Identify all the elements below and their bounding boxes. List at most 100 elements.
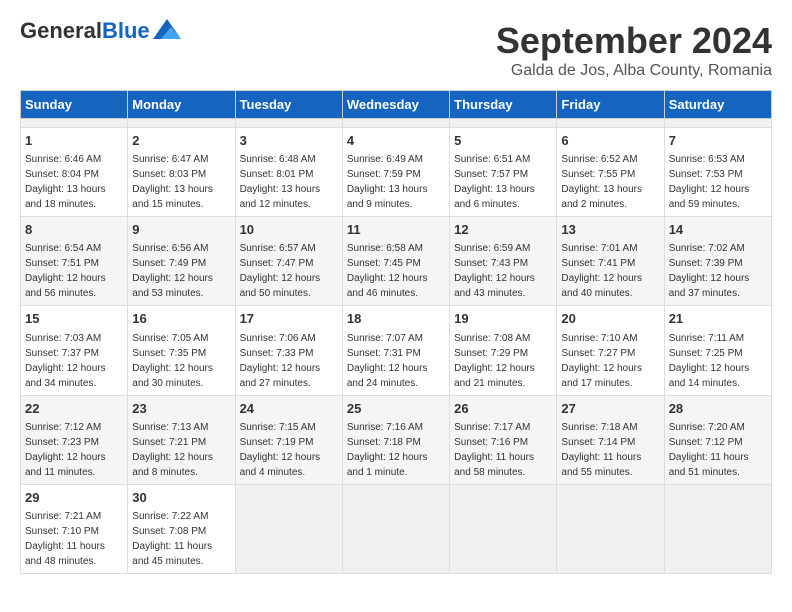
day-number: 21: [669, 310, 767, 328]
day-info: Sunrise: 6:51 AMSunset: 7:57 PMDaylight:…: [454, 152, 552, 212]
day-info: Sunrise: 7:21 AMSunset: 7:10 PMDaylight:…: [25, 509, 123, 569]
calendar-cell: [557, 119, 664, 128]
day-info: Sunrise: 7:06 AMSunset: 7:33 PMDaylight:…: [240, 331, 338, 391]
calendar-cell: [342, 484, 449, 573]
day-info: Sunrise: 7:18 AMSunset: 7:14 PMDaylight:…: [561, 420, 659, 480]
calendar-cell: [450, 484, 557, 573]
day-number: 10: [240, 221, 338, 239]
calendar-cell: 26 Sunrise: 7:17 AMSunset: 7:16 PMDayligh…: [450, 395, 557, 484]
logo-blue: Blue: [102, 18, 150, 43]
day-info: Sunrise: 7:11 AMSunset: 7:25 PMDaylight:…: [669, 331, 767, 391]
calendar-week-row: 8 Sunrise: 6:54 AMSunset: 7:51 PMDaylight…: [21, 217, 772, 306]
day-number: 26: [454, 400, 552, 418]
calendar-cell: 3 Sunrise: 6:48 AMSunset: 8:01 PMDaylight…: [235, 128, 342, 217]
day-info: Sunrise: 7:10 AMSunset: 7:27 PMDaylight:…: [561, 331, 659, 391]
calendar-cell: 19 Sunrise: 7:08 AMSunset: 7:29 PMDayligh…: [450, 306, 557, 395]
day-number: 22: [25, 400, 123, 418]
day-number: 1: [25, 132, 123, 150]
calendar-cell: 9Sunrise: 6:56 AMSunset: 7:49 PMDaylight…: [128, 217, 235, 306]
day-info: Sunrise: 7:13 AMSunset: 7:21 PMDaylight:…: [132, 420, 230, 480]
day-number: 27: [561, 400, 659, 418]
title-section: September 2024 Galda de Jos, Alba County…: [496, 20, 772, 80]
col-monday: Monday: [128, 91, 235, 119]
calendar-cell: [664, 119, 771, 128]
day-info: Sunrise: 7:22 AMSunset: 7:08 PMDaylight:…: [132, 509, 230, 569]
calendar-cell: 16Sunrise: 7:05 AMSunset: 7:35 PMDayligh…: [128, 306, 235, 395]
calendar-cell: 25 Sunrise: 7:16 AMSunset: 7:18 PMDayligh…: [342, 395, 449, 484]
day-number: 9: [132, 221, 230, 239]
day-number: 17: [240, 310, 338, 328]
day-info: Sunrise: 7:01 AMSunset: 7:41 PMDaylight:…: [561, 241, 659, 301]
logo-general: General: [20, 18, 102, 43]
day-number: 7: [669, 132, 767, 150]
day-info: Sunrise: 6:54 AMSunset: 7:51 PMDaylight:…: [25, 241, 123, 301]
calendar-cell: 27 Sunrise: 7:18 AMSunset: 7:14 PMDayligh…: [557, 395, 664, 484]
calendar-cell: [235, 484, 342, 573]
day-number: 13: [561, 221, 659, 239]
day-number: 2: [132, 132, 230, 150]
day-number: 11: [347, 221, 445, 239]
day-info: Sunrise: 7:17 AMSunset: 7:16 PMDaylight:…: [454, 420, 552, 480]
day-info: Sunrise: 6:58 AMSunset: 7:45 PMDaylight:…: [347, 241, 445, 301]
day-info: Sunrise: 7:02 AMSunset: 7:39 PMDaylight:…: [669, 241, 767, 301]
calendar-cell: 20 Sunrise: 7:10 AMSunset: 7:27 PMDayligh…: [557, 306, 664, 395]
day-info: Sunrise: 6:49 AMSunset: 7:59 PMDaylight:…: [347, 152, 445, 212]
calendar-week-row: 15Sunrise: 7:03 AMSunset: 7:37 PMDayligh…: [21, 306, 772, 395]
calendar-cell: 29Sunrise: 7:21 AMSunset: 7:10 PMDayligh…: [21, 484, 128, 573]
day-info: Sunrise: 7:05 AMSunset: 7:35 PMDaylight:…: [132, 331, 230, 391]
col-saturday: Saturday: [664, 91, 771, 119]
day-info: Sunrise: 7:08 AMSunset: 7:29 PMDaylight:…: [454, 331, 552, 391]
calendar-cell: 10 Sunrise: 6:57 AMSunset: 7:47 PMDayligh…: [235, 217, 342, 306]
day-number: 24: [240, 400, 338, 418]
day-info: Sunrise: 6:59 AMSunset: 7:43 PMDaylight:…: [454, 241, 552, 301]
calendar-cell: [450, 119, 557, 128]
day-number: 14: [669, 221, 767, 239]
day-number: 28: [669, 400, 767, 418]
calendar-cell: [128, 119, 235, 128]
col-thursday: Thursday: [450, 91, 557, 119]
calendar-cell: 13 Sunrise: 7:01 AMSunset: 7:41 PMDayligh…: [557, 217, 664, 306]
calendar-cell: 14 Sunrise: 7:02 AMSunset: 7:39 PMDayligh…: [664, 217, 771, 306]
day-info: Sunrise: 7:20 AMSunset: 7:12 PMDaylight:…: [669, 420, 767, 480]
day-number: 19: [454, 310, 552, 328]
day-number: 3: [240, 132, 338, 150]
logo-icon: [153, 19, 181, 39]
calendar-cell: [21, 119, 128, 128]
day-info: Sunrise: 7:12 AMSunset: 7:23 PMDaylight:…: [25, 420, 123, 480]
calendar-cell: 22 Sunrise: 7:12 AMSunset: 7:23 PMDayligh…: [21, 395, 128, 484]
day-number: 20: [561, 310, 659, 328]
day-number: 4: [347, 132, 445, 150]
calendar-week-row: 22 Sunrise: 7:12 AMSunset: 7:23 PMDayligh…: [21, 395, 772, 484]
calendar-cell: 4 Sunrise: 6:49 AMSunset: 7:59 PMDaylight…: [342, 128, 449, 217]
calendar-cell: 1Sunrise: 6:46 AMSunset: 8:04 PMDaylight…: [21, 128, 128, 217]
calendar-table: Sunday Monday Tuesday Wednesday Thursday…: [20, 90, 772, 574]
day-number: 30: [132, 489, 230, 507]
calendar-week-row: [21, 119, 772, 128]
calendar-cell: [342, 119, 449, 128]
calendar-cell: 23Sunrise: 7:13 AMSunset: 7:21 PMDayligh…: [128, 395, 235, 484]
day-info: Sunrise: 6:57 AMSunset: 7:47 PMDaylight:…: [240, 241, 338, 301]
logo: GeneralBlue: [20, 20, 181, 42]
calendar-cell: 21 Sunrise: 7:11 AMSunset: 7:25 PMDayligh…: [664, 306, 771, 395]
calendar-cell: 2Sunrise: 6:47 AMSunset: 8:03 PMDaylight…: [128, 128, 235, 217]
day-number: 8: [25, 221, 123, 239]
location: Galda de Jos, Alba County, Romania: [496, 62, 772, 80]
calendar-cell: 17 Sunrise: 7:06 AMSunset: 7:33 PMDayligh…: [235, 306, 342, 395]
calendar-cell: 11 Sunrise: 6:58 AMSunset: 7:45 PMDayligh…: [342, 217, 449, 306]
day-number: 25: [347, 400, 445, 418]
calendar-week-row: 1Sunrise: 6:46 AMSunset: 8:04 PMDaylight…: [21, 128, 772, 217]
day-info: Sunrise: 7:16 AMSunset: 7:18 PMDaylight:…: [347, 420, 445, 480]
calendar-cell: 7Sunrise: 6:53 AMSunset: 7:53 PMDaylight…: [664, 128, 771, 217]
calendar-header-row: Sunday Monday Tuesday Wednesday Thursday…: [21, 91, 772, 119]
calendar-cell: 15Sunrise: 7:03 AMSunset: 7:37 PMDayligh…: [21, 306, 128, 395]
calendar-week-row: 29Sunrise: 7:21 AMSunset: 7:10 PMDayligh…: [21, 484, 772, 573]
month-title: September 2024: [496, 20, 772, 62]
day-info: Sunrise: 6:48 AMSunset: 8:01 PMDaylight:…: [240, 152, 338, 212]
calendar-cell: 24Sunrise: 7:15 AMSunset: 7:19 PMDayligh…: [235, 395, 342, 484]
calendar-cell: 30 Sunrise: 7:22 AMSunset: 7:08 PMDayligh…: [128, 484, 235, 573]
calendar-cell: [557, 484, 664, 573]
calendar-cell: [235, 119, 342, 128]
col-tuesday: Tuesday: [235, 91, 342, 119]
calendar-cell: [664, 484, 771, 573]
page-header: GeneralBlue September 2024 Galda de Jos,…: [20, 20, 772, 80]
